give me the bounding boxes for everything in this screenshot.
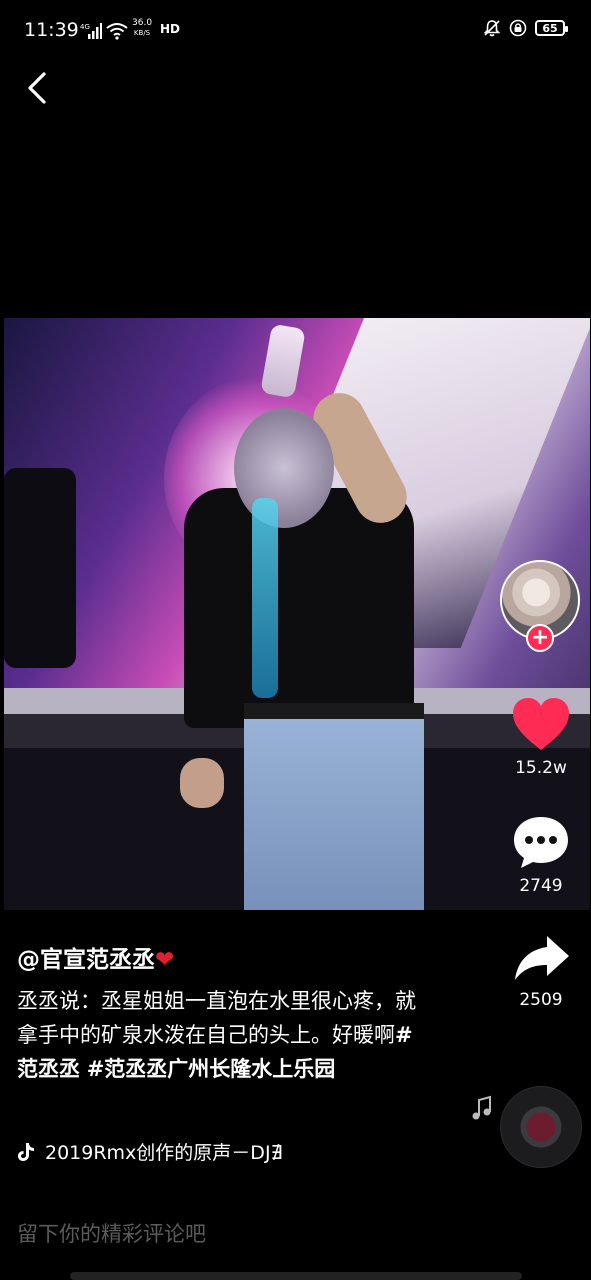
comment-count: 2749 <box>519 876 563 896</box>
music-info[interactable]: 2019Rmx创作的原声－DJ∄ <box>17 1138 317 1165</box>
status-bar: 11:39 4G 36.0 KB/S HD 65 <box>0 0 591 62</box>
music-title: 2019Rmx创作的原声－DJ∄ <box>45 1142 283 1164</box>
screen: 11:39 4G 36.0 KB/S HD 65 + 15.2w 2749 25… <box>0 0 591 1280</box>
hashtag-link[interactable]: #范丞丞广州长隆水上乐园 <box>87 1057 336 1081</box>
mute-icon <box>483 20 501 37</box>
comment-button[interactable]: 2749 <box>505 814 577 896</box>
music-note-icon <box>472 1095 491 1120</box>
tiktok-icon <box>18 1142 34 1161</box>
music-disc[interactable] <box>500 1086 582 1168</box>
lock-icon <box>509 19 527 37</box>
water-bottle <box>260 323 306 399</box>
wifi-icon <box>106 23 128 40</box>
speed-value: 36.0 <box>132 18 153 28</box>
battery-level: 65 <box>542 21 558 35</box>
back-icon <box>28 72 46 104</box>
share-count: 2509 <box>519 990 563 1010</box>
heart-icon <box>513 698 569 750</box>
like-count: 15.2w <box>515 758 567 778</box>
comment-input[interactable]: 留下你的精彩评论吧 <box>17 1218 206 1248</box>
share-button[interactable]: 2509 <box>505 932 577 1010</box>
signal-icon: 4G <box>80 23 102 39</box>
author-name[interactable]: @官宣范丞丞❤ <box>17 940 174 974</box>
comment-icon <box>514 817 568 868</box>
share-icon <box>515 936 569 980</box>
caption-text: 丞丞说：丞星姐姐一直泡在水里很心疼，就拿手中的矿泉水泼在自己的头上。好暖啊 <box>17 989 416 1047</box>
author-handle: @官宣范丞丞 <box>17 947 155 973</box>
heart-emoji-icon: ❤ <box>155 947 175 973</box>
like-button[interactable]: 15.2w <box>505 696 577 778</box>
bottom-divider <box>70 1272 522 1280</box>
performer-hand <box>180 758 224 808</box>
battery-icon: 65 <box>535 20 568 36</box>
performer-head <box>234 408 334 528</box>
stage-speaker <box>4 468 76 668</box>
status-time: 11:39 <box>24 19 79 41</box>
performer-belt <box>244 703 424 719</box>
speed-unit: KB/S <box>133 29 151 37</box>
water-splash <box>252 498 278 698</box>
performer-jeans <box>244 708 424 910</box>
video-caption: 丞丞说：丞星姐姐一直泡在水里很心疼，就拿手中的矿泉水泼在自己的头上。好暖啊 #范丞… <box>17 984 427 1086</box>
svg-text:4G: 4G <box>80 23 90 31</box>
status-right: 65 <box>483 19 568 37</box>
network-speed: 36.0 KB/S <box>132 18 152 38</box>
network-indicator: 4G <box>80 20 128 42</box>
hd-indicator: HD <box>160 22 181 36</box>
back-button[interactable] <box>20 68 60 108</box>
follow-button[interactable]: + <box>526 624 554 652</box>
author-avatar-wrap: + <box>500 560 580 652</box>
